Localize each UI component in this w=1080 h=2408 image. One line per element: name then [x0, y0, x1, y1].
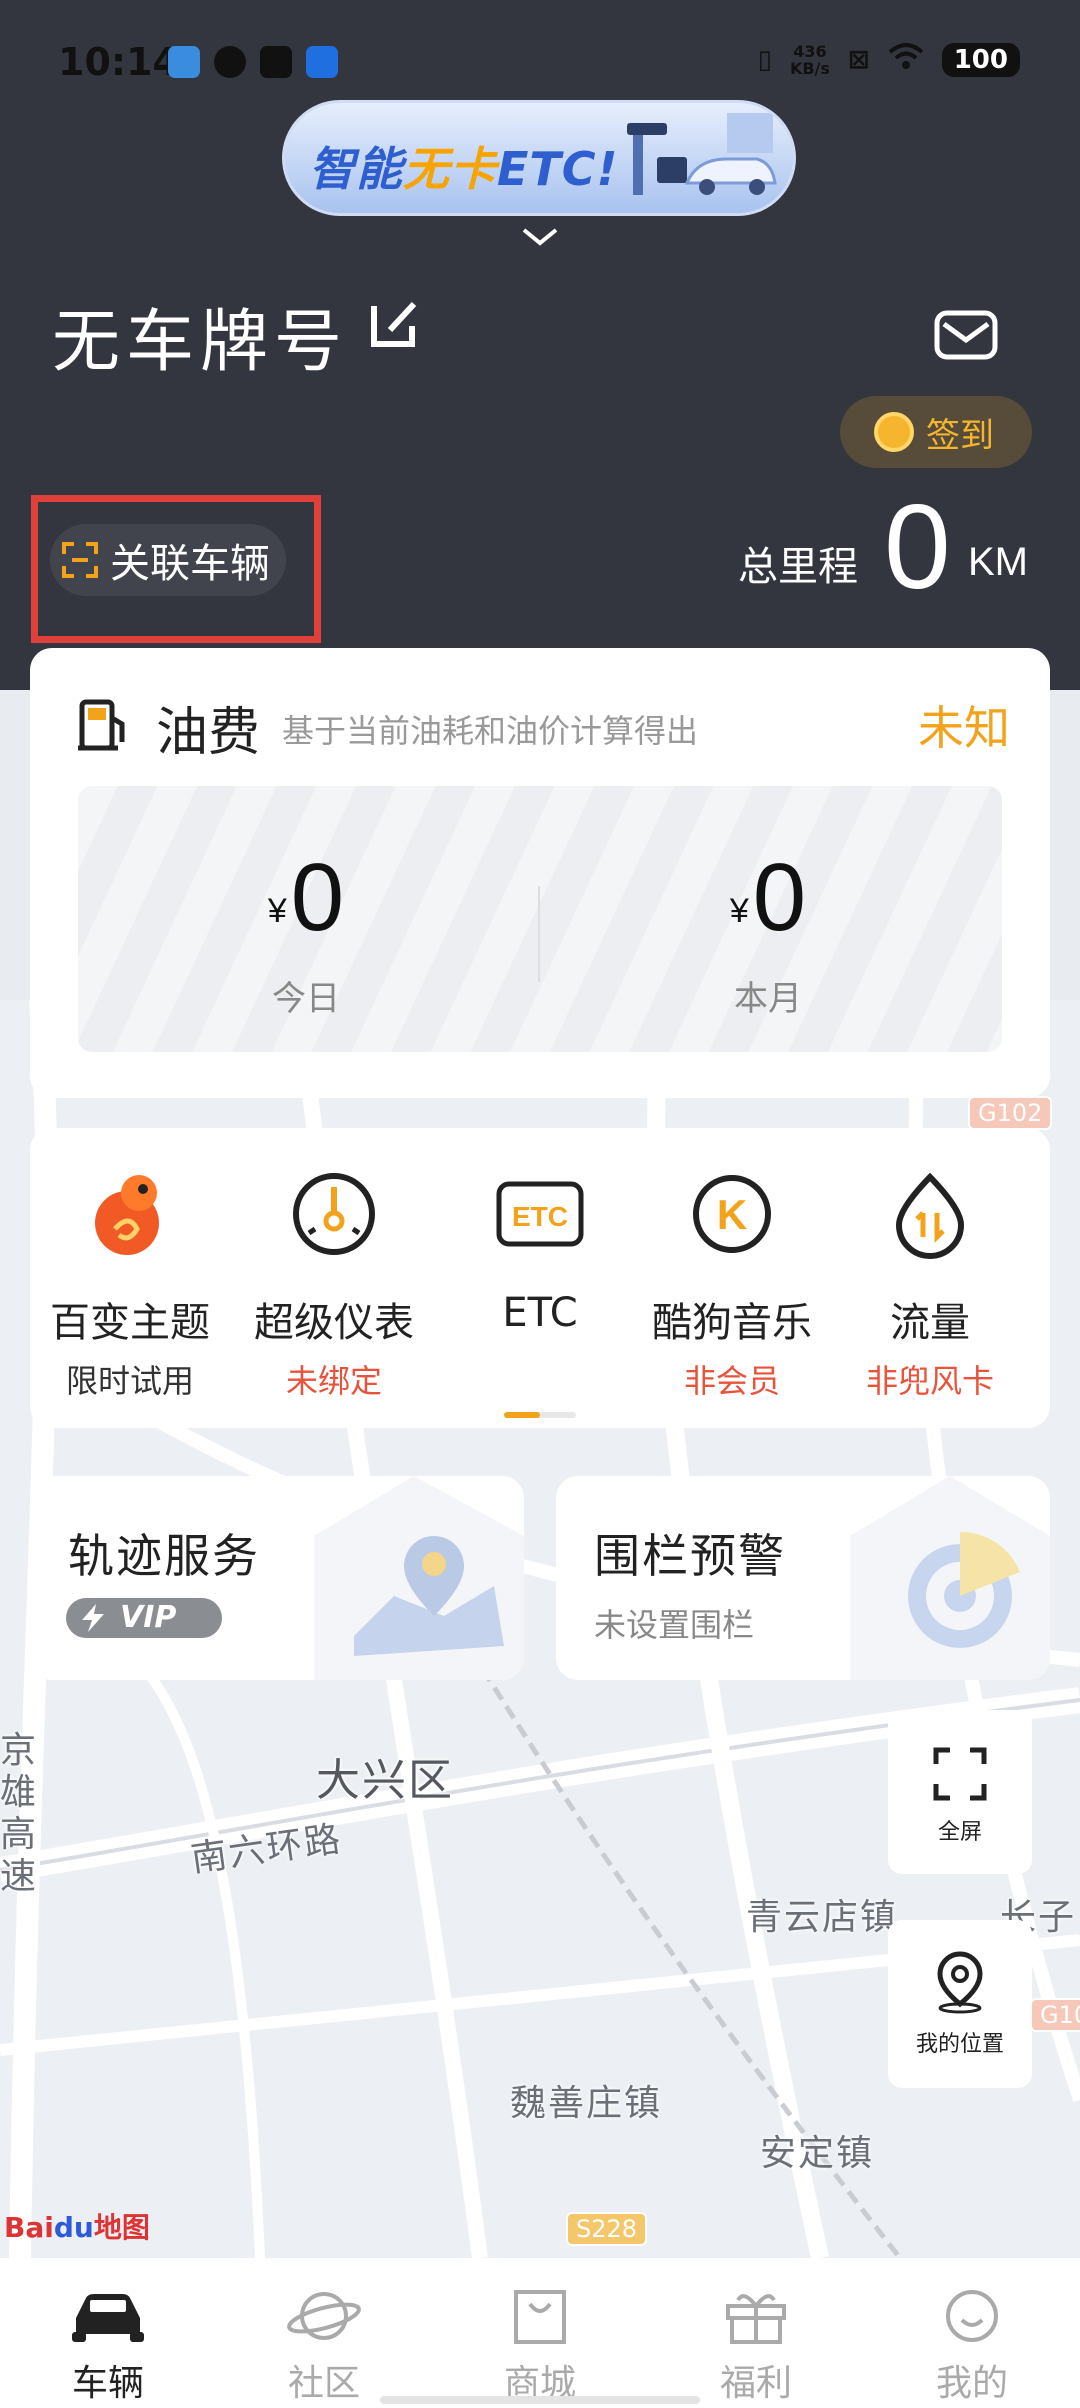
shopping-bag-icon: [514, 2290, 566, 2344]
fence-alert-card[interactable]: 围栏预警 未设置围栏: [556, 1476, 1050, 1680]
fence-alert-title: 围栏预警: [594, 1529, 786, 1583]
total-mileage-value: 0: [884, 480, 951, 614]
feature-dashboard[interactable]: 超级仪表 未绑定: [234, 1164, 434, 1402]
fuel-today-value: 0: [290, 844, 345, 951]
total-mileage-unit: KM: [968, 540, 1028, 584]
fuel-today-label: 今日: [272, 979, 340, 1019]
edit-icon[interactable]: [366, 296, 422, 352]
wifi-icon: [888, 42, 924, 77]
my-location-label: 我的位置: [915, 2032, 1004, 2057]
etc-banner-text: 智能无卡ETC!: [309, 142, 619, 196]
feature-etc[interactable]: ETC ETC: [438, 1164, 642, 1344]
etc-promo-banner[interactable]: 智能无卡ETC!: [282, 100, 796, 216]
lightning-icon: [82, 1604, 104, 1632]
vibrate-icon: ▯: [757, 44, 772, 75]
my-location-button[interactable]: 我的位置: [888, 1920, 1032, 2088]
scan-icon: [62, 542, 98, 578]
vip-badge: VIP: [66, 1598, 222, 1638]
home-indicator: [380, 2396, 700, 2404]
nav-tab-community[interactable]: 社区: [216, 2258, 432, 2408]
fuel-month: ¥0 本月: [618, 850, 918, 1020]
link-vehicle-label: 关联车辆: [110, 541, 270, 587]
feature-page-indicator: [504, 1412, 576, 1418]
nav-tab-profile[interactable]: 我的: [864, 2258, 1080, 2408]
track-service-title: 轨迹服务: [68, 1529, 260, 1583]
fuel-month-label: 本月: [734, 979, 802, 1019]
map-label-daxing: 大兴区: [316, 1755, 454, 1806]
data-traffic-icon: [895, 1172, 965, 1259]
checkin-label: 签到: [926, 415, 994, 456]
track-service-card[interactable]: 轨迹服务 VIP: [30, 1476, 524, 1680]
baidu-map-logo: Baidu地图: [4, 2211, 150, 2244]
fuel-subtitle: 基于当前油耗和油价计算得出: [282, 712, 699, 750]
weather-icon: [168, 46, 200, 78]
fence-alert-sub: 未设置围栏: [594, 1606, 755, 1644]
nav-tab-vehicle[interactable]: 车辆: [0, 2258, 216, 2408]
feature-data-traffic[interactable]: 流量 非兜风卡: [830, 1164, 1030, 1402]
target-art-icon: [850, 1476, 1050, 1680]
nav-tab-welfare[interactable]: 福利: [648, 2258, 864, 2408]
net-speed: 436 KB/s: [789, 41, 830, 78]
features-grid: 百变主题 限时试用 超级仪表 未绑定 ETC ETC K 酷狗音乐 非会员 流量…: [30, 1128, 1050, 1428]
fuel-divider: [538, 886, 540, 982]
total-mileage-label: 总里程: [738, 544, 858, 590]
svg-text:ETC: ETC: [512, 1201, 568, 1232]
app-icon: [214, 46, 246, 78]
link-vehicle-button[interactable]: 关联车辆: [50, 524, 286, 596]
plate-number-title[interactable]: 无车牌号: [52, 286, 348, 385]
fuel-today: ¥0 今日: [156, 850, 456, 1020]
fuel-cost-card[interactable]: 油费 基于当前油耗和油价计算得出 未知 ¥0 今日 ¥0 本月: [30, 648, 1050, 1098]
chameleon-icon: [95, 1175, 159, 1255]
fullscreen-label: 全屏: [937, 1820, 982, 1845]
status-app-icons: [168, 46, 338, 78]
fuel-status: 未知: [918, 701, 1010, 755]
chevron-down-icon[interactable]: [520, 226, 560, 248]
nav-tab-mall[interactable]: 商城: [432, 2258, 648, 2408]
map-shield-g102: G102: [968, 1096, 1053, 1130]
map-shield-g104: G104: [1030, 1998, 1080, 2032]
no-sim-icon: ⊠: [847, 44, 870, 75]
gauge-icon: [293, 1173, 375, 1255]
etc-banner-car-icon: [627, 113, 777, 195]
map-pin-art-icon: [314, 1476, 524, 1680]
battery-indicator: 100: [941, 42, 1020, 77]
planet-icon: [287, 2292, 361, 2340]
kugou-icon: K: [693, 1175, 771, 1253]
fuel-pump-icon: [78, 699, 125, 751]
profile-icon: [946, 2290, 998, 2342]
car-icon: [72, 2294, 144, 2342]
gift-icon: [726, 2294, 786, 2344]
map-label-weishanzhuang: 魏善庄镇: [510, 2083, 663, 2124]
fuel-stats-panel: ¥0 今日 ¥0 本月: [78, 786, 1002, 1052]
bottom-nav: 车辆 社区 商城 福利 我的: [0, 2258, 1080, 2408]
map-label-anding: 安定镇: [760, 2133, 875, 2174]
fullscreen-button[interactable]: 全屏: [888, 1710, 1032, 1874]
blue-app-icon: [306, 46, 338, 78]
feature-theme[interactable]: 百变主题 限时试用: [30, 1164, 230, 1402]
map-label-qingyundian: 青云店镇: [746, 1897, 899, 1938]
svg-text:K: K: [717, 1191, 747, 1238]
fullscreen-icon: [933, 1747, 987, 1801]
map-label-jingxiong: 京雄高速: [0, 1730, 39, 1897]
location-pin-icon: [937, 1951, 983, 2014]
coin-icon: [874, 412, 914, 452]
message-icon: [260, 46, 292, 78]
status-time: 10:14: [58, 40, 179, 84]
checkin-button[interactable]: 签到: [840, 396, 1032, 468]
fuel-month-value: 0: [752, 844, 807, 951]
feature-kugou-music[interactable]: K 酷狗音乐 非会员: [632, 1164, 832, 1402]
mail-icon[interactable]: [934, 310, 998, 360]
status-right-icons: ▯ 436 KB/s ⊠ 100: [758, 42, 1020, 77]
map-shield-s228: S228: [566, 2212, 648, 2246]
etc-icon: ETC: [496, 1181, 584, 1247]
fuel-title: 油费: [156, 703, 261, 763]
